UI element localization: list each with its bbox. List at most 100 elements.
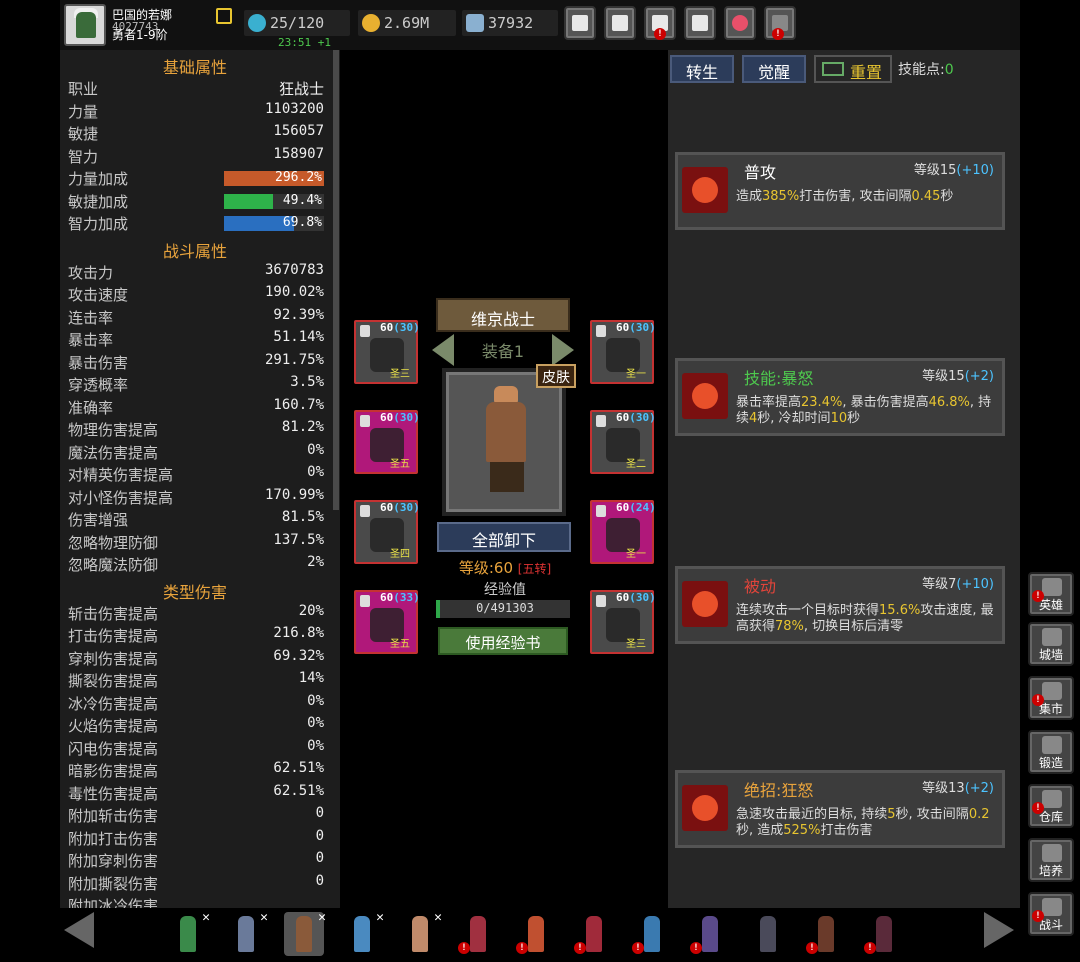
player-avatar[interactable] — [64, 4, 106, 46]
hero-roster-item[interactable]: ! — [864, 912, 904, 956]
close-icon[interactable]: ✕ — [202, 910, 210, 925]
hero-roster-item[interactable] — [748, 912, 788, 956]
fireworks-button[interactable]: ! — [764, 6, 796, 40]
slot-level-bonus: (30) — [629, 591, 656, 604]
stat-label: 攻击力 — [68, 263, 114, 282]
hero-roster-item[interactable]: ! — [806, 912, 846, 956]
color-wheel-button[interactable] — [724, 6, 756, 40]
unequip-all-button[interactable]: 全部卸下 — [437, 522, 571, 552]
stat-label: 忽略物理防御 — [68, 533, 159, 552]
stat-label: 忽略魔法防御 — [68, 556, 159, 574]
reset-button[interactable]: 重置 — [814, 55, 892, 83]
skill-desc-text: 秒 — [847, 411, 861, 426]
hero-roster-item[interactable]: ! — [690, 912, 730, 956]
hero-roster-item[interactable]: ! — [458, 912, 498, 956]
hero-roster-item[interactable]: ✕ — [284, 910, 326, 956]
gold-display: 2.69M — [358, 10, 456, 36]
equipment-slot[interactable]: 60(24) 圣一 — [590, 500, 656, 564]
skill-icon-art — [692, 795, 718, 821]
hero-roster-item[interactable]: ✕ — [342, 910, 384, 956]
stat-label: 力量 — [68, 102, 99, 121]
stat-label: 斩击伤害提高 — [68, 604, 159, 623]
nav-castle[interactable]: 城墙 — [1028, 622, 1074, 666]
roster-next-arrow[interactable] — [984, 912, 1014, 948]
skill-icon-art — [692, 591, 718, 617]
next-equip-set-arrow[interactable] — [552, 334, 574, 366]
stat-label: 火焰伤害提高 — [68, 717, 159, 735]
edit-icon[interactable] — [216, 8, 232, 24]
nav-helmet[interactable]: 英雄! — [1028, 572, 1074, 616]
gamepad-button[interactable]: ! — [644, 6, 676, 40]
equipment-slot[interactable]: 60(30) 圣五 — [354, 410, 420, 474]
nav-portal[interactable]: 战斗! — [1028, 892, 1074, 936]
hero-roster-item[interactable]: ✕ — [168, 910, 210, 956]
equipment-slot[interactable]: 60(30) 圣三 — [354, 320, 420, 384]
hero-roster-item[interactable]: ✕ — [226, 910, 268, 956]
skill-level: 等级15(+2) — [922, 365, 994, 384]
stat-label: 撕裂伤害提高 — [68, 672, 159, 690]
equipment-slot[interactable]: 60(33) 圣五 — [354, 590, 420, 654]
stat-label: 冰冷伤害提高 — [68, 694, 159, 713]
use-exp-book-button[interactable]: 使用经验书 — [438, 627, 568, 655]
equipment-slot[interactable]: 60(30) 圣二 — [590, 410, 656, 474]
hero-roster-item[interactable]: ✕ — [400, 910, 442, 956]
stat-label: 物理伤害提高 — [68, 421, 159, 439]
stat-bar: 49.4% — [224, 193, 324, 209]
equipment-slot[interactable]: 60(30) 圣一 — [590, 320, 656, 384]
lock-icon — [360, 415, 370, 427]
gold-coin-icon — [362, 14, 380, 32]
equipment-slot[interactable]: 60(30) 圣四 — [354, 500, 420, 564]
close-icon[interactable]: ✕ — [376, 910, 384, 925]
reset-label: 重置 — [850, 63, 883, 82]
stat-value: 0 — [315, 805, 324, 821]
hero-roster-item[interactable]: ! — [574, 912, 614, 956]
mail-button[interactable] — [604, 6, 636, 40]
prev-equip-set-arrow[interactable] — [432, 334, 454, 366]
stat-row: 斩击伤害提高 20% — [68, 603, 324, 625]
tab-rebirth[interactable]: 转生 — [670, 55, 734, 83]
nav-warehouse[interactable]: 仓库! — [1028, 784, 1074, 828]
alert-icon: ! — [806, 942, 818, 954]
lock-icon — [360, 595, 370, 607]
stat-value: 190.02% — [264, 284, 324, 300]
stat-value: 296.2% — [275, 170, 322, 185]
close-icon[interactable]: ✕ — [260, 910, 268, 925]
close-icon[interactable]: ✕ — [434, 910, 442, 925]
section-title: 类型伤害 — [162, 582, 227, 602]
stat-label: 附加穿刺伤害 — [68, 852, 159, 870]
skill-description: 急速攻击最近的目标, 持续5秒, 攻击间隔0.2 秒, 造成525%打击伤害 — [736, 807, 1000, 839]
slot-level: 60(24) — [616, 501, 656, 514]
stat-value: 216.8% — [273, 625, 324, 641]
tab-awaken[interactable]: 觉醒 — [742, 55, 806, 83]
skin-button[interactable]: 皮肤 — [536, 364, 576, 388]
skill-desc-highlight: 0.45 — [911, 189, 941, 204]
shop-cart-button[interactable] — [564, 6, 596, 40]
stat-value: 158907 — [273, 145, 324, 162]
skill-level: 等级15(+10) — [914, 159, 994, 178]
hero-roster-item[interactable]: ! — [516, 912, 556, 956]
slot-tier: 圣一 — [626, 369, 646, 380]
skill-card[interactable]: 技能:暴怒 等级15(+2) 暴击率提高23.4%, 暴击伤害提高46.8%, 持续… — [675, 358, 1005, 436]
slot-level-value: 60 — [616, 321, 630, 334]
stat-row: 火焰伤害提高 0% — [68, 715, 324, 737]
skill-card[interactable]: 绝招:狂怒 等级13(+2) 急速攻击最近的目标, 持续5秒, 攻击间隔0.2 秒, … — [675, 770, 1005, 848]
nav-market[interactable]: 集市! — [1028, 676, 1074, 720]
nav-trophy[interactable]: 培养 — [1028, 838, 1074, 882]
stat-value: 0% — [307, 692, 324, 709]
skill-card[interactable]: 被动 等级7(+10) 连续攻击一个目标时获得15.6%攻击速度, 最高获得78%,… — [675, 566, 1005, 644]
hero-roster-item[interactable]: ! — [632, 912, 672, 956]
roster-prev-arrow[interactable] — [64, 912, 94, 948]
hero-sprite — [412, 916, 428, 952]
skill-card[interactable]: 普攻 等级15(+10) 造成385%打击伤害, 攻击间隔0.45秒 — [675, 152, 1005, 230]
alert-icon: ! — [690, 942, 702, 954]
settings-button[interactable] — [684, 6, 716, 40]
nav-anvil[interactable]: 锻造 — [1028, 730, 1074, 774]
skill-desc-text: , 切换目标后清零 — [803, 619, 904, 634]
equipment-slot[interactable]: 60(30) 圣三 — [590, 590, 656, 654]
hero-sprite — [586, 916, 602, 952]
energy-display: 25/120 — [244, 10, 350, 36]
slot-tier: 圣三 — [626, 639, 646, 650]
skill-level-plus: (+10) — [956, 163, 994, 178]
close-icon[interactable]: ✕ — [318, 910, 326, 925]
stats-scrollbar[interactable] — [333, 50, 339, 510]
